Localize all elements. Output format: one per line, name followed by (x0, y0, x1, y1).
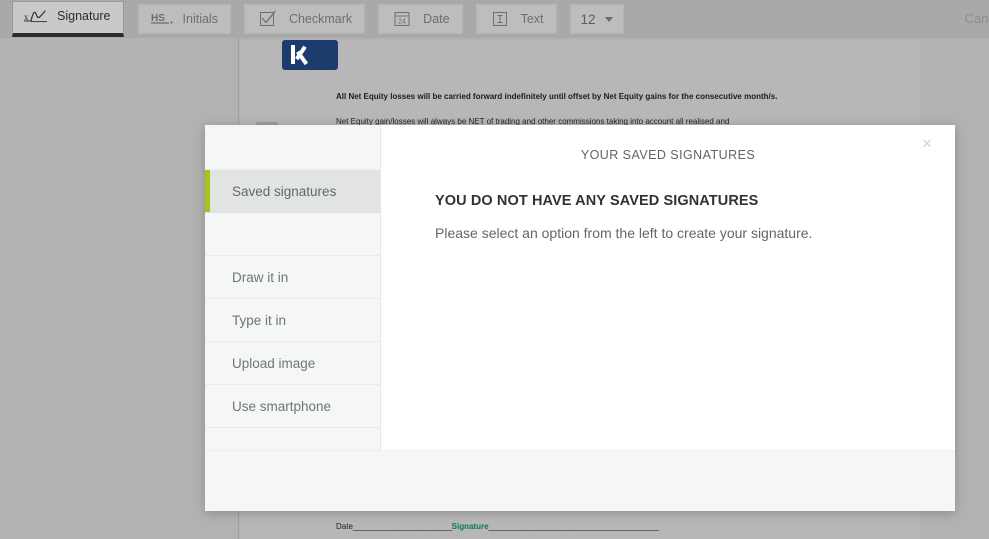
left-rail-panel (0, 38, 239, 539)
close-icon[interactable]: × (917, 133, 937, 153)
signature-tool-app: x Signature HS Initials Checkmark 24 Dat… (0, 0, 989, 539)
top-toolbar: x Signature HS Initials Checkmark 24 Dat… (0, 0, 989, 38)
calendar-icon: 24 (389, 9, 415, 29)
sidebar-label-saved-signatures: Saved signatures (232, 183, 337, 199)
text-cursor-icon (487, 9, 513, 29)
tool-button-signature[interactable]: x Signature (12, 1, 124, 37)
tool-label-date: Date (423, 11, 450, 26)
date-label: Date (336, 522, 353, 531)
tool-button-checkmark[interactable]: Checkmark (243, 4, 366, 34)
date-rule: _________________________ (352, 522, 452, 531)
sidebar-item-upload-image[interactable]: Upload image (205, 342, 380, 385)
sidebar-item-saved-signatures[interactable]: Saved signatures (205, 170, 380, 213)
company-logo (282, 40, 338, 70)
modal-sidebar: Saved signatures Draw it in Type it in U… (205, 125, 381, 450)
svg-text:24: 24 (398, 19, 406, 26)
tool-label-signature: Signature (57, 9, 111, 24)
empty-state-heading: YOU DO NOT HAVE ANY SAVED SIGNATURES (435, 193, 759, 209)
initials-icon: HS (149, 9, 175, 29)
signature-icon: x (23, 7, 49, 27)
sidebar-item-type-it-in[interactable]: Type it in (205, 299, 380, 342)
modal-main-panel: YOUR SAVED SIGNATURES × YOU DO NOT HAVE … (381, 125, 955, 450)
checkmark-icon (255, 9, 281, 29)
sidebar-label-draw-it-in: Draw it in (232, 269, 289, 285)
chevron-down-icon (604, 16, 613, 22)
tool-label-checkmark: Checkmark (288, 11, 353, 26)
tool-button-initials[interactable]: HS Initials (137, 4, 231, 34)
saved-signatures-modal: Saved signatures Draw it in Type it in U… (205, 125, 955, 511)
modal-body: Saved signatures Draw it in Type it in U… (205, 125, 955, 450)
document-paragraph-bold: All Net Equity losses will be carried fo… (336, 92, 778, 101)
signature-rule: ________________________________________… (488, 522, 659, 531)
sidebar-label-type-it-in: Type it in (232, 312, 287, 328)
font-size-selector[interactable]: 12 (569, 4, 624, 34)
document-signature-line: Date_________________________Signature__… (336, 522, 836, 531)
signature-label: Signature (451, 522, 489, 531)
tool-label-text: Text (520, 11, 544, 26)
sidebar-item-draw-it-in[interactable]: Draw it in (205, 256, 380, 299)
modal-footer (205, 450, 955, 511)
font-size-value: 12 (580, 11, 596, 27)
sidebar-label-upload-image: Upload image (232, 355, 316, 371)
tool-button-text[interactable]: Text (475, 4, 557, 34)
sidebar-spacer-row (205, 213, 380, 256)
sidebar-label-use-smartphone: Use smartphone (232, 398, 332, 414)
cancel-button[interactable]: Cancel (965, 11, 989, 26)
tool-label-initials: Initials (182, 11, 218, 26)
sidebar-top-pad (205, 125, 380, 170)
tool-button-date[interactable]: 24 Date (378, 4, 463, 34)
empty-state-subtext: Please select an option from the left to… (435, 225, 813, 241)
modal-title: YOUR SAVED SIGNATURES (580, 148, 756, 162)
sidebar-item-use-smartphone[interactable]: Use smartphone (205, 385, 380, 428)
